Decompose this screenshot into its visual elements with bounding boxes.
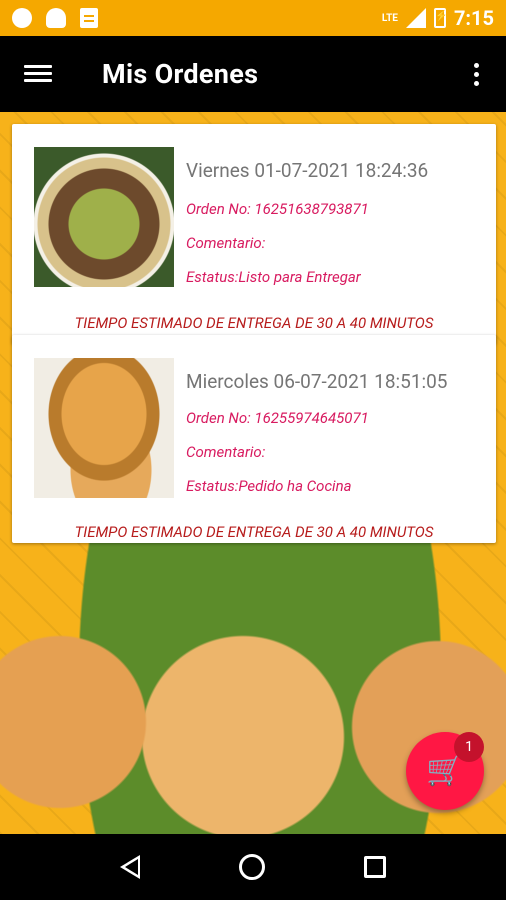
app-bar: Mis Ordenes <box>0 36 506 112</box>
order-card[interactable]: Viernes 01-07-2021 18:24:36 Orden No: 16… <box>12 124 496 344</box>
status-bar: LTE 7:15 <box>0 0 506 36</box>
order-number: Orden No: 16251638793871 <box>186 200 369 218</box>
signal-icon <box>405 8 426 28</box>
system-navigation-bar <box>0 834 506 900</box>
orders-list: Viernes 01-07-2021 18:24:36 Orden No: 16… <box>0 112 506 834</box>
delivery-estimate: TIEMPO ESTIMADO DE ENTREGA DE 30 A 40 MI… <box>74 314 434 332</box>
hamburger-menu-icon[interactable] <box>24 63 54 85</box>
page-title: Mis Ordenes <box>102 58 259 90</box>
order-number: Orden No: 16255974645071 <box>186 409 369 427</box>
notification-app-icon <box>46 8 66 28</box>
network-type-label: LTE <box>381 12 398 24</box>
system-status: LTE 7:15 <box>382 6 494 30</box>
clock: 7:15 <box>453 6 494 30</box>
order-status: Estatus:Pedido ha Cocina <box>186 477 352 495</box>
recent-apps-icon[interactable] <box>364 856 387 878</box>
order-date: Miercoles 06-07-2021 18:51:05 <box>186 370 448 393</box>
document-notification-icon <box>80 8 98 28</box>
order-card[interactable]: Miercoles 06-07-2021 18:51:05 Orden No: … <box>12 335 496 543</box>
delivery-estimate: TIEMPO ESTIMADO DE ENTREGA DE 30 A 40 MI… <box>74 523 434 541</box>
order-comment: Comentario: <box>186 443 266 461</box>
order-date: Viernes 01-07-2021 18:24:36 <box>186 159 429 182</box>
order-status: Estatus:Listo para Entregar <box>186 268 361 286</box>
notification-icons <box>12 8 98 28</box>
order-food-image <box>34 147 174 287</box>
cart-count-badge: 1 <box>454 732 484 762</box>
shopping-cart-icon: 🛒 <box>426 753 464 788</box>
home-icon[interactable] <box>238 854 265 880</box>
order-comment: Comentario: <box>186 234 266 252</box>
order-food-image <box>34 358 174 498</box>
notification-dot-icon <box>12 8 32 28</box>
battery-charging-icon <box>433 8 447 28</box>
back-icon[interactable] <box>119 855 140 879</box>
overflow-menu-icon[interactable] <box>470 62 482 86</box>
